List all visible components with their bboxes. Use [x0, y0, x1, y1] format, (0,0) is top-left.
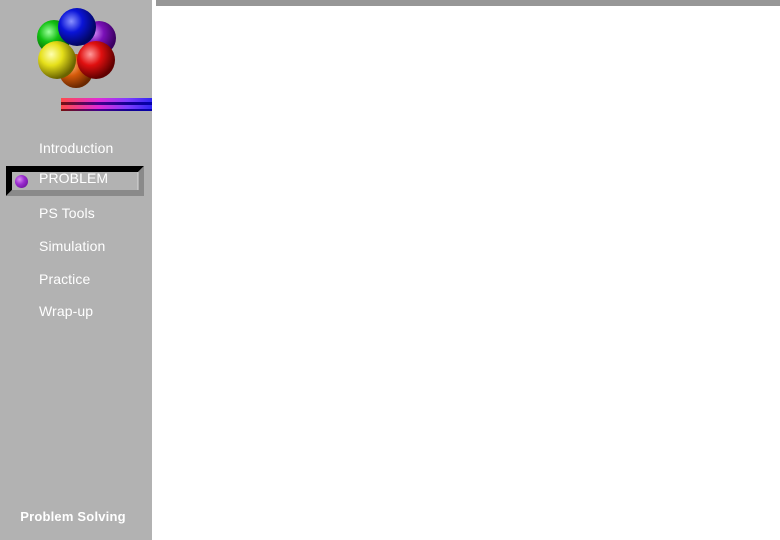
nav-item-label: Simulation — [39, 238, 106, 254]
sphere-yellow — [38, 41, 76, 79]
sidebar: Introduction PROBLEM PS Tools Simulation… — [0, 0, 156, 540]
content-area — [152, 6, 780, 540]
nav-item-label: Introduction — [39, 140, 114, 156]
nav-item-ps-tools[interactable]: PS Tools — [6, 201, 144, 231]
nav-item-problem[interactable]: PROBLEM — [6, 166, 144, 196]
nav-item-simulation[interactable]: Simulation — [6, 234, 144, 264]
purple-sphere-bullet-icon — [15, 175, 28, 188]
molecule-logo-icon — [37, 8, 116, 88]
nav-item-wrap-up[interactable]: Wrap-up — [6, 299, 144, 329]
nav-item-label: Wrap-up — [39, 303, 94, 319]
nav-item-label: PROBLEM — [39, 170, 109, 186]
gradient-bar-shadow-2 — [61, 109, 156, 111]
nav-item-label: Practice — [39, 271, 91, 287]
logo-gradient-bars — [61, 98, 156, 111]
nav-item-label: PS Tools — [39, 205, 95, 221]
nav-item-practice[interactable]: Practice — [6, 267, 144, 297]
sphere-red — [77, 41, 115, 79]
nav-item-introduction[interactable]: Introduction — [6, 136, 144, 166]
sidebar-footer-title: Problem Solving — [20, 509, 126, 524]
sphere-blue — [58, 8, 96, 46]
